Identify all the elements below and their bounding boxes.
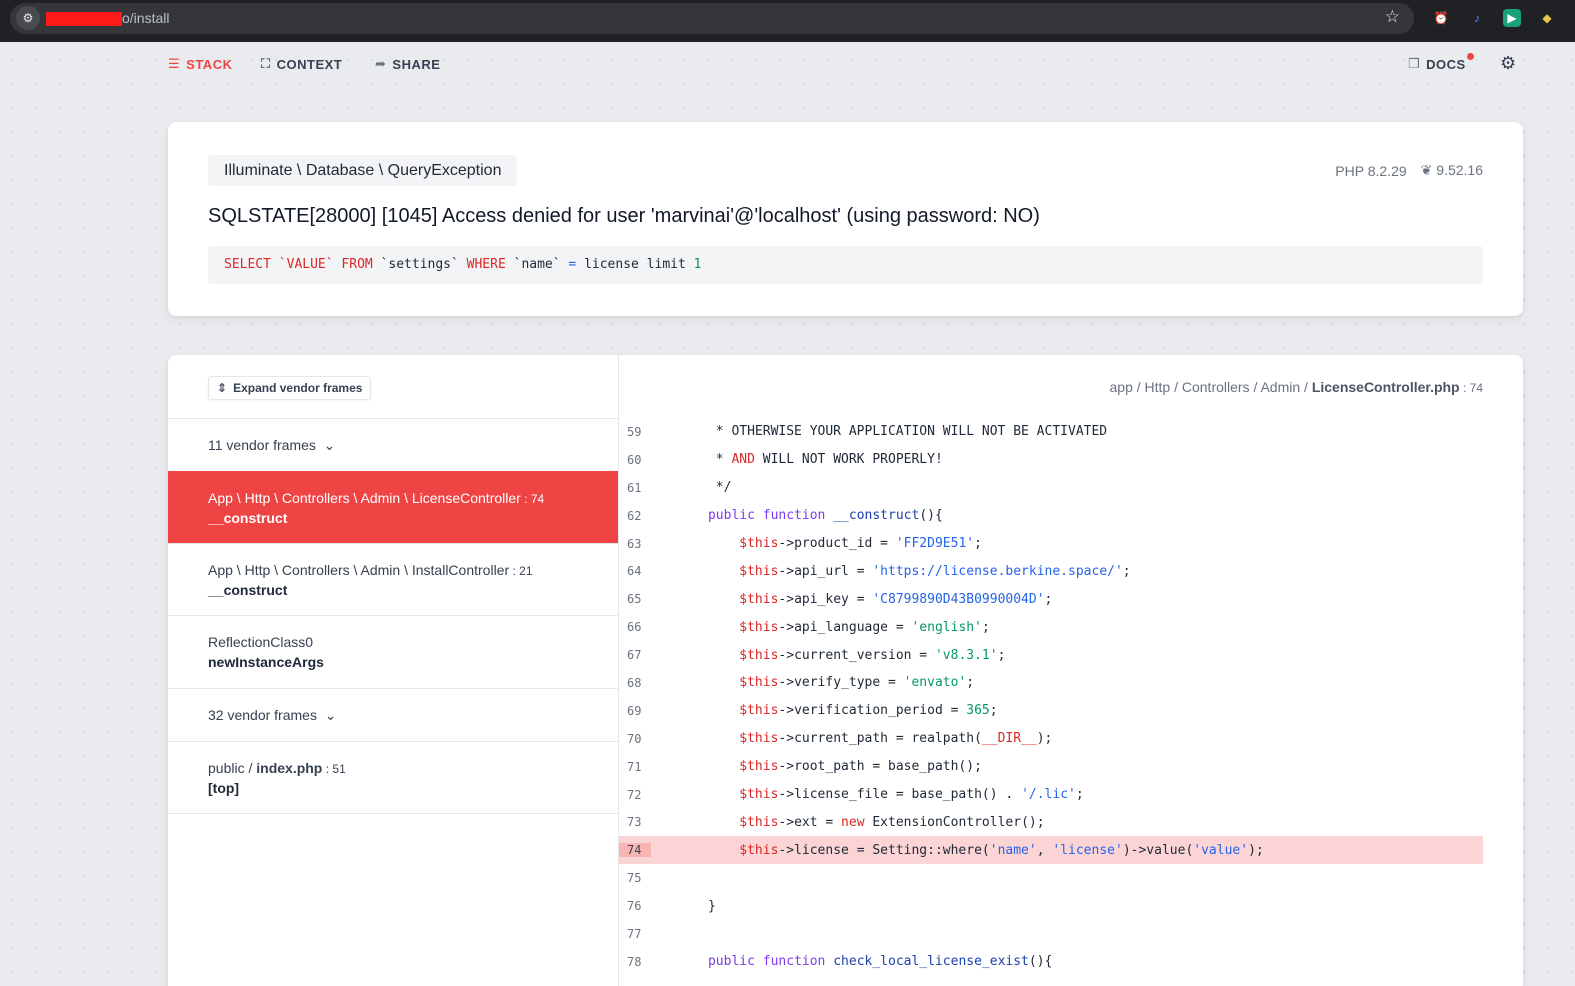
tab-share-label: SHARE bbox=[392, 56, 441, 72]
frame-function: __construct bbox=[208, 510, 288, 526]
frame-file: App \ Http \ Controllers \ Admin \ Licen… bbox=[208, 490, 545, 506]
stack-trace-card: ⇕ Expand vendor frames 11 vendor frames … bbox=[168, 355, 1523, 986]
stack-icon: ☰ bbox=[168, 56, 181, 71]
code-snippet: 59 * OTHERWISE YOUR APPLICATION WILL NOT… bbox=[619, 418, 1483, 976]
vendor-frames-group[interactable]: 11 vendor frames ⌄ bbox=[168, 418, 618, 471]
code-line: 64 $this->api_url = 'https://license.ber… bbox=[627, 563, 1131, 579]
code-line: 62 public function __construct(){ bbox=[627, 508, 943, 524]
tab-context[interactable]: ⛶ CONTEXT bbox=[261, 56, 342, 72]
bookmark-star-icon[interactable]: ☆ bbox=[1385, 7, 1400, 27]
docs-label: DOCS bbox=[1426, 56, 1466, 72]
tab-share[interactable]: ➦ SHARE bbox=[375, 56, 440, 72]
stack-frame[interactable]: ReflectionClass0 newInstanceArgs bbox=[168, 615, 618, 688]
docs-link[interactable]: ❒ DOCS bbox=[1408, 56, 1466, 72]
vendor-frames-label: 32 vendor frames bbox=[208, 707, 317, 723]
chevron-down-icon: ⌄ bbox=[319, 437, 336, 453]
code-line: 77 bbox=[627, 926, 642, 941]
frame-file: App \ Http \ Controllers \ Admin \ Insta… bbox=[208, 562, 533, 578]
settings-gear-icon[interactable]: ⚙ bbox=[1500, 53, 1516, 74]
laravel-icon: ❦ bbox=[1420, 162, 1433, 178]
green-extension-icon[interactable]: ▶ bbox=[1503, 9, 1521, 27]
colorful-extension-icon[interactable]: ◆ bbox=[1538, 9, 1556, 27]
code-line: 75 bbox=[627, 871, 642, 886]
code-line: 78 public function check_local_license_e… bbox=[627, 954, 1053, 970]
sql-query: SELECT `VALUE` FROM `settings` WHERE `na… bbox=[208, 246, 1483, 284]
laravel-version: ❦ 9.52.16 bbox=[1421, 162, 1483, 179]
frame-file: public / index.php : 51 bbox=[208, 760, 346, 776]
url-path: o/install bbox=[122, 10, 170, 26]
expand-vendor-frames-button[interactable]: ⇕ Expand vendor frames bbox=[208, 376, 372, 400]
stack-frame[interactable]: App \ Http \ Controllers \ Admin \ Licen… bbox=[168, 471, 618, 543]
frame-function: newInstanceArgs bbox=[208, 654, 324, 670]
exception-class: Illuminate \ Database \ QueryException bbox=[208, 155, 518, 186]
vendor-frames-group[interactable]: 32 vendor frames ⌄ bbox=[168, 688, 618, 741]
share-icon: ➦ bbox=[375, 56, 387, 71]
frame-file: ReflectionClass0 bbox=[208, 634, 314, 650]
tab-stack-label: STACK bbox=[186, 56, 233, 72]
exception-message: SQLSTATE[28000] [1045] Access denied for… bbox=[208, 205, 1040, 227]
highlighted-code-line: 74 $this->license = Setting::where('name… bbox=[619, 836, 1483, 865]
code-line: 60 * AND WILL NOT WORK PROPERLY! bbox=[627, 452, 943, 468]
frames-list: ⇕ Expand vendor frames 11 vendor frames … bbox=[168, 355, 619, 986]
code-line: 69 $this->verification_period = 365; bbox=[627, 703, 998, 719]
docs-icon: ❒ bbox=[1408, 56, 1421, 71]
stack-frame[interactable]: public / index.php : 51 [top] bbox=[168, 741, 618, 814]
tab-context-label: CONTEXT bbox=[276, 56, 343, 72]
frame-function: [top] bbox=[208, 780, 240, 796]
vendor-frames-label: 11 vendor frames bbox=[208, 437, 316, 453]
code-line: 68 $this->verify_type = 'envato'; bbox=[627, 675, 975, 691]
browser-toolbar: ⚙ o/install ☆ ⏰ ♪ ▶ ◆ bbox=[0, 0, 1575, 42]
site-info-icon[interactable]: ⚙ bbox=[16, 6, 40, 30]
version-info: PHP 8.2.29 ❦ 9.52.16 bbox=[1335, 162, 1483, 179]
tab-stack[interactable]: ☰ STACK bbox=[168, 56, 232, 72]
code-line: 70 $this->current_path = realpath(__DIR_… bbox=[627, 731, 1053, 747]
code-line: 63 $this->product_id = 'FF2D9E51'; bbox=[627, 536, 982, 551]
code-line: 72 $this->license_file = base_path() . '… bbox=[627, 787, 1084, 803]
docs-notification-dot bbox=[1467, 53, 1474, 60]
chevron-down-icon: ⌄ bbox=[320, 707, 337, 723]
redacted-domain bbox=[46, 12, 122, 26]
code-line: 71 $this->root_path = base_path(); bbox=[627, 759, 982, 775]
expand-vendor-frames-label: Expand vendor frames bbox=[233, 381, 363, 395]
alarm-extension-icon[interactable]: ⏰ bbox=[1432, 9, 1450, 27]
stack-frame[interactable]: App \ Http \ Controllers \ Admin \ Insta… bbox=[168, 543, 618, 615]
code-line: 66 $this->api_language = 'english'; bbox=[627, 619, 990, 635]
laravel-version-text: 9.52.16 bbox=[1436, 162, 1483, 178]
audio-extension-icon[interactable]: ♪ bbox=[1468, 9, 1486, 27]
code-line: 73 $this->ext = new ExtensionController(… bbox=[627, 814, 1045, 830]
code-line: 65 $this->api_key = 'C8799890D43B0990004… bbox=[627, 591, 1053, 607]
code-line: 76 } bbox=[627, 898, 716, 914]
code-line: 67 $this->current_version = 'v8.3.1'; bbox=[627, 647, 1006, 663]
php-version: PHP 8.2.29 bbox=[1335, 162, 1407, 179]
exception-card: Illuminate \ Database \ QueryException P… bbox=[168, 122, 1523, 316]
address-bar[interactable]: ⚙ o/install ☆ bbox=[10, 3, 1414, 34]
code-line: 59 * OTHERWISE YOUR APPLICATION WILL NOT… bbox=[627, 424, 1108, 440]
expand-chevrons-icon: ⇕ bbox=[217, 381, 228, 395]
code-file-path: app / Http / Controllers / Admin / Licen… bbox=[1109, 379, 1484, 395]
context-icon: ⛶ bbox=[261, 56, 271, 71]
code-line: 61 */ bbox=[627, 480, 732, 496]
frame-function: __construct bbox=[208, 582, 288, 598]
